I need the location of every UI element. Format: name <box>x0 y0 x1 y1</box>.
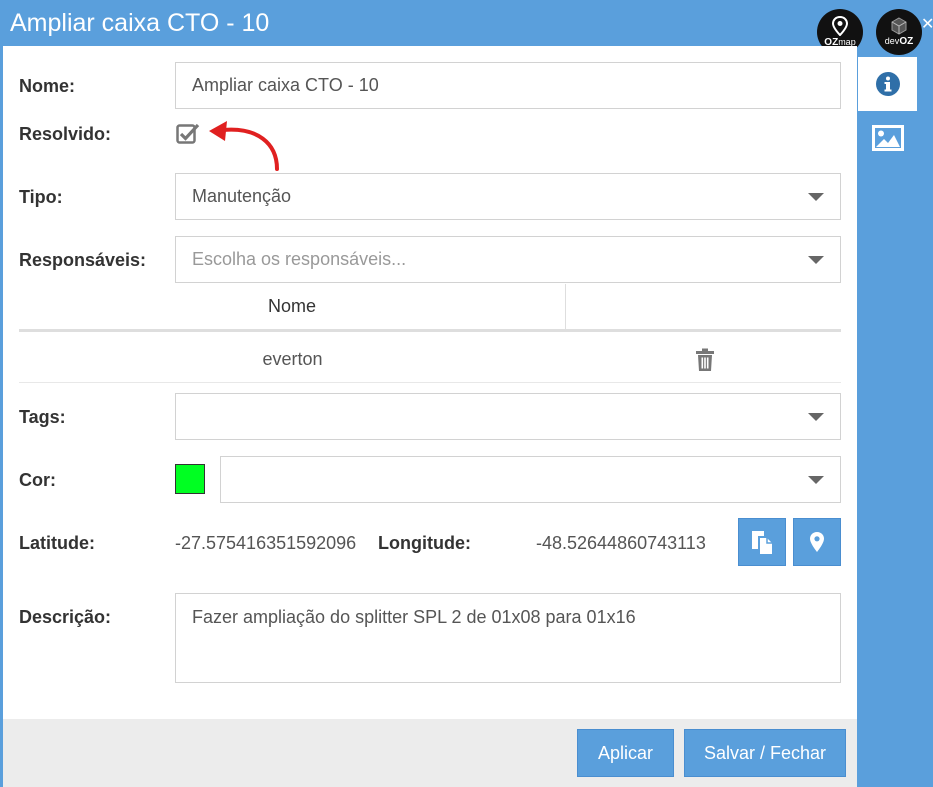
copy-coordinates-button[interactable] <box>738 518 786 566</box>
devoz-logo-text-b: OZ <box>899 36 914 47</box>
resolvido-checkbox[interactable] <box>176 122 200 144</box>
nome-label: Nome: <box>19 76 76 96</box>
tipo-label: Tipo: <box>19 187 63 207</box>
close-icon[interactable]: ✕ <box>921 14 933 34</box>
latitude-label: Latitude: <box>19 533 95 553</box>
trash-icon[interactable] <box>695 348 715 372</box>
color-swatch[interactable] <box>175 464 205 494</box>
cor-select[interactable] <box>220 456 841 503</box>
tab-image[interactable] <box>858 111 917 165</box>
responsaveis-label: Responsáveis: <box>19 250 147 270</box>
chevron-down-icon <box>808 475 824 484</box>
resolvido-label: Resolvido: <box>19 124 112 144</box>
latitude-value: -27.575416351592096 <box>175 533 357 553</box>
devoz-logo-badge: devOZ <box>876 9 922 55</box>
table-header-nome: Nome <box>19 284 566 329</box>
chevron-down-icon <box>808 192 824 201</box>
descricao-label: Descrição: <box>19 607 112 627</box>
responsaveis-placeholder: Escolha os responsáveis... <box>192 249 407 269</box>
tipo-select[interactable]: Manutenção <box>175 173 841 220</box>
descricao-value: Fazer ampliação do splitter SPL 2 de 01x… <box>192 607 636 627</box>
tipo-value: Manutenção <box>192 186 292 206</box>
salvar-fechar-button[interactable]: Salvar / Fechar <box>684 729 846 777</box>
longitude-label: Longitude: <box>378 533 471 553</box>
tags-label: Tags: <box>19 407 66 427</box>
nome-value: Ampliar caixa CTO - 10 <box>192 75 379 95</box>
cor-label: Cor: <box>19 470 56 490</box>
responsaveis-table-header: Nome <box>19 284 841 332</box>
responsaveis-select[interactable]: Escolha os responsáveis... <box>175 236 841 283</box>
locate-on-map-button[interactable] <box>793 518 841 566</box>
window-title: Ampliar caixa CTO - 10 <box>10 9 270 37</box>
table-cell-name: everton <box>262 348 323 369</box>
map-pin-icon <box>832 16 848 36</box>
window-titlebar: Ampliar caixa CTO - 10 <box>0 0 933 46</box>
annotation-arrow <box>209 121 279 171</box>
tags-select[interactable] <box>175 393 841 440</box>
info-icon <box>875 72 900 96</box>
image-icon <box>871 125 904 151</box>
descricao-textarea[interactable]: Fazer ampliação do splitter SPL 2 de 01x… <box>175 593 841 683</box>
devoz-logo-text-a: dev <box>884 36 900 46</box>
copy-icon <box>752 531 772 554</box>
chevron-down-icon <box>808 412 824 421</box>
nome-input[interactable]: Ampliar caixa CTO - 10 <box>175 62 841 109</box>
tab-info[interactable] <box>858 57 917 111</box>
table-row: everton <box>19 335 841 383</box>
aplicar-button[interactable]: Aplicar <box>577 729 674 777</box>
cube-icon <box>891 17 907 35</box>
map-marker-icon <box>810 532 824 552</box>
longitude-value: -48.52644860743113 <box>536 533 706 553</box>
chevron-down-icon <box>808 255 824 264</box>
